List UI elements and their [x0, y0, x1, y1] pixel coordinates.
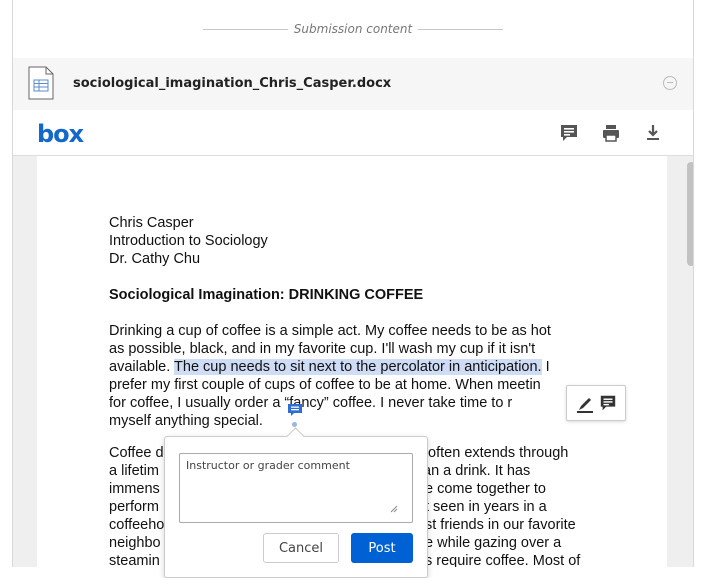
- file-row[interactable]: sociological_imagination_Chris_Casper.do…: [13, 58, 693, 110]
- text-fragment: an a drink. It has: [423, 463, 531, 479]
- text-line: as possible, black, and in my favorite c…: [109, 341, 536, 357]
- doc-course: Introduction to Sociology: [109, 233, 268, 249]
- doc-author: Chris Casper: [109, 215, 194, 231]
- text-fragment: Coffee d: [109, 445, 164, 461]
- cancel-button[interactable]: Cancel: [263, 533, 339, 563]
- highlighted-text[interactable]: The cup needs to sit next to the percola…: [174, 359, 542, 375]
- text-fragment: s require coffee. Most of: [425, 553, 581, 567]
- submission-header: Submission content: [13, 0, 693, 58]
- scrollbar[interactable]: [687, 162, 693, 567]
- comment-icon[interactable]: [559, 123, 579, 143]
- text-fragment: t seen in years in a: [425, 499, 547, 515]
- text-segment: available.: [109, 359, 175, 375]
- text-fragment: neighbo: [109, 535, 161, 551]
- more-options-icon[interactable]: [663, 76, 677, 90]
- annotation-toolbar: [566, 385, 626, 421]
- doc-instructor: Dr. Cathy Chu: [109, 251, 201, 267]
- highlighter-icon[interactable]: [575, 394, 595, 414]
- paragraph-1: Drinking a cup of coffee is a simple act…: [109, 322, 609, 430]
- comment-marker-icon[interactable]: [287, 403, 303, 417]
- text-fragment: steamin: [109, 553, 160, 567]
- post-button[interactable]: Post: [351, 533, 413, 563]
- scrollbar-thumb[interactable]: [687, 162, 693, 266]
- text-line: myself anything special.: [109, 413, 263, 429]
- divider: [202, 28, 288, 30]
- preview-toolbar: box: [13, 110, 693, 156]
- download-icon[interactable]: [643, 123, 663, 143]
- print-icon[interactable]: [601, 123, 621, 143]
- text-line: prefer my first couple of cups of coffee…: [109, 377, 541, 393]
- comment-icon[interactable]: [599, 394, 617, 412]
- text-fragment: coffeeho: [109, 517, 165, 533]
- file-name[interactable]: sociological_imagination_Chris_Casper.do…: [73, 76, 391, 91]
- divider: [418, 28, 504, 30]
- text-fragment: immens: [109, 481, 160, 497]
- text-fragment: perform: [109, 499, 159, 515]
- text-segment: I: [541, 359, 550, 375]
- comment-popup: Cancel Post: [164, 436, 428, 578]
- text-line: available. The cup needs to sit next to …: [109, 358, 609, 376]
- doc-title: Sociological Imagination: DRINKING COFFE…: [109, 287, 424, 303]
- document-file-icon: [28, 66, 54, 100]
- text-line: Drinking a cup of coffee is a simple act…: [109, 323, 551, 339]
- text-fragment: e come together to: [425, 481, 546, 497]
- text-fragment: st friends in our favorite: [425, 517, 576, 533]
- text-fragment: a lifetim: [109, 463, 159, 479]
- resize-grip-icon[interactable]: [390, 505, 398, 513]
- text-line: for coffee, I usually order a “fancy” co…: [109, 395, 513, 411]
- text-fragment: e while gazing over a: [425, 535, 562, 551]
- box-logo: box: [37, 120, 84, 148]
- submission-title: Submission content: [293, 22, 413, 36]
- text-fragment: t often extends through: [420, 445, 569, 461]
- anchor-dot: [292, 422, 297, 427]
- comment-input[interactable]: [179, 453, 413, 523]
